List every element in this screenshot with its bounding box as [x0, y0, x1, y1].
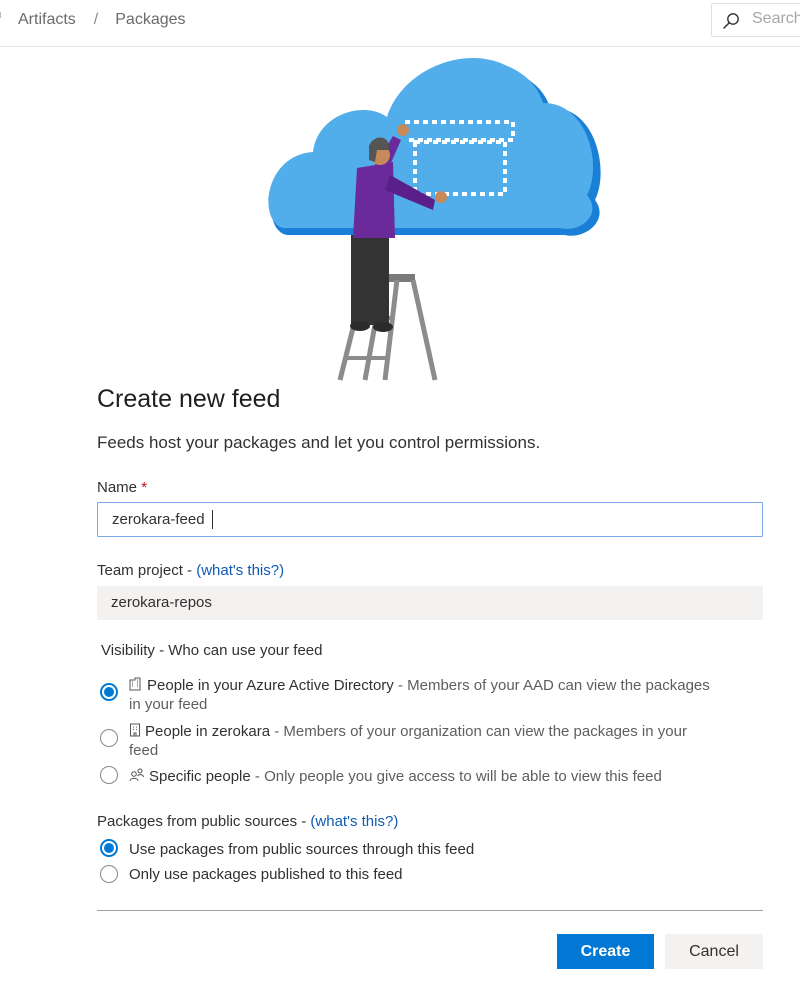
- text-cursor: [212, 510, 213, 529]
- name-label-text: Name: [97, 479, 138, 496]
- option-description: - Members of your AAD can view the packa…: [393, 677, 710, 694]
- search-box[interactable]: [711, 3, 800, 37]
- visibility-radio-specific[interactable]: [100, 766, 118, 784]
- visibility-label: Visibility - Who can use your feed: [101, 642, 323, 659]
- visibility-radio-organization[interactable]: [100, 729, 118, 747]
- cloud: [268, 58, 601, 236]
- top-bar: Artifacts / Packages: [0, 0, 800, 47]
- option-description: - Only people you give access to will be…: [250, 768, 662, 785]
- option-title: People in your Azure Active Directory: [147, 677, 394, 694]
- public-sources-option-use[interactable]: Use packages from public sources through…: [129, 840, 474, 859]
- team-project-help-link[interactable]: (what's this?): [196, 562, 284, 579]
- option-title: Specific people: [149, 768, 251, 785]
- option-description-cont: feed: [129, 742, 159, 759]
- public-sources-radio-only[interactable]: [100, 865, 118, 883]
- create-button[interactable]: Create: [557, 934, 654, 969]
- visibility-option-specific[interactable]: Specific people - Only people you give a…: [129, 767, 769, 786]
- azure-ad-building-icon: [129, 677, 141, 691]
- breadcrumb: Artifacts / Packages: [18, 11, 186, 29]
- breadcrumb-artifacts[interactable]: Artifacts: [18, 11, 76, 29]
- team-project-label-text: Team project -: [97, 562, 197, 579]
- people-icon: [129, 768, 144, 782]
- option-description-cont: in your feed: [129, 696, 208, 713]
- left-edge-fragment: [0, 12, 3, 18]
- required-marker: *: [141, 479, 148, 496]
- visibility-option-organization[interactable]: People in zerokara - Members of your org…: [129, 722, 769, 760]
- team-project-field: zerokara-repos: [97, 586, 763, 620]
- search-icon: [723, 13, 739, 29]
- visibility-option-aad[interactable]: People in your Azure Active Directory - …: [129, 676, 769, 714]
- name-input[interactable]: [97, 502, 763, 537]
- cancel-button[interactable]: Cancel: [665, 934, 763, 969]
- option-description: - Members of your organization can view …: [270, 723, 687, 740]
- public-sources-help-link[interactable]: (what's this?): [310, 813, 398, 830]
- name-label: Name *: [97, 479, 147, 496]
- public-sources-radio-use[interactable]: [100, 839, 118, 857]
- visibility-radio-aad[interactable]: [100, 683, 118, 701]
- cloud-illustration: [268, 58, 601, 381]
- divider: [97, 910, 763, 911]
- organization-building-icon: [130, 723, 140, 737]
- option-title: People in zerokara: [145, 723, 271, 740]
- team-project-label: Team project - (what's this?): [97, 562, 284, 579]
- public-sources-label-text: Packages from public sources -: [97, 813, 311, 830]
- page-title: Create new feed: [97, 385, 281, 413]
- public-sources-label: Packages from public sources - (what's t…: [97, 813, 398, 830]
- search-input[interactable]: [752, 10, 800, 28]
- breadcrumb-separator: /: [93, 11, 99, 28]
- page-subtitle: Feeds host your packages and let you con…: [97, 433, 541, 452]
- public-sources-option-only[interactable]: Only use packages published to this feed: [129, 865, 403, 884]
- breadcrumb-packages[interactable]: Packages: [115, 11, 185, 29]
